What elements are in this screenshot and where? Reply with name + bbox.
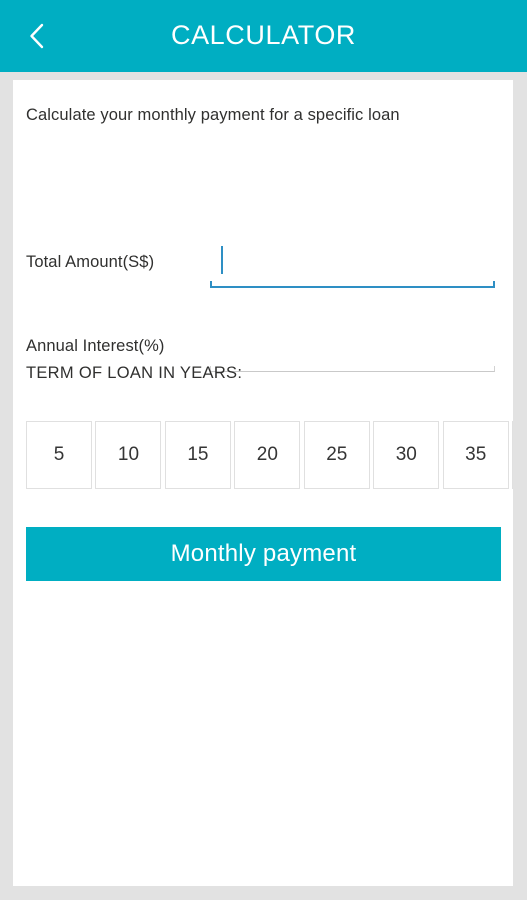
term-option[interactable]: 5 — [26, 421, 92, 489]
term-of-loan-label: TERM OF LOAN IN YEARS: — [26, 364, 243, 382]
term-option[interactable]: 10 — [95, 421, 162, 489]
monthly-payment-button[interactable]: Monthly payment — [26, 527, 501, 581]
field-row-total-amount: Total Amount(S$) — [13, 236, 513, 288]
term-option[interactable]: 30 — [373, 421, 440, 489]
annual-interest-underline — [210, 366, 495, 372]
term-option[interactable]: 15 — [164, 421, 231, 489]
annual-interest-input[interactable] — [210, 320, 495, 368]
card-description: Calculate your monthly payment for a spe… — [26, 106, 400, 124]
term-option[interactable]: 25 — [303, 421, 370, 489]
app-bar: CALCULATOR — [0, 0, 527, 72]
text-cursor — [221, 246, 223, 274]
annual-interest-field-wrap — [210, 320, 495, 372]
total-amount-underline — [210, 281, 495, 288]
term-option[interactable]: 20 — [234, 421, 301, 489]
annual-interest-label: Annual Interest(%) — [26, 337, 165, 355]
calculator-card: Calculate your monthly payment for a spe… — [13, 80, 513, 886]
page-title: CALCULATOR — [170, 19, 357, 50]
total-amount-label: Total Amount(S$) — [26, 253, 155, 271]
term-option[interactable]: 35 — [442, 421, 509, 489]
term-option[interactable]: 40 — [512, 421, 513, 489]
total-amount-field-wrap — [210, 236, 495, 288]
total-amount-input[interactable] — [210, 236, 495, 284]
term-options-scroller[interactable]: 5 10 15 20 25 30 35 40 — [26, 421, 513, 491]
